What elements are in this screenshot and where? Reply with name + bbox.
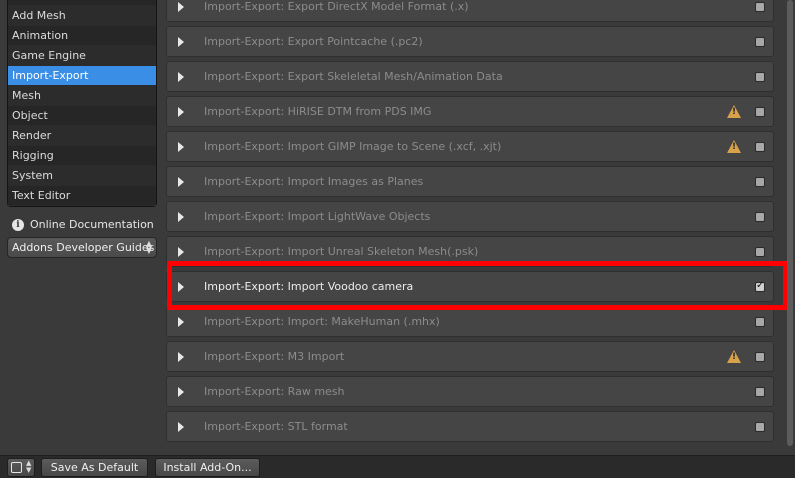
addon-enable-checkbox[interactable] <box>755 2 765 12</box>
addon-label: Import-Export: Import Images as Planes <box>204 175 424 188</box>
warning-icon <box>727 105 741 118</box>
addon-row: Import-Export: HiRISE DTM from PDS IMG <box>166 96 774 127</box>
addon-row: Import-Export: Export Skeleletal Mesh/An… <box>166 61 774 92</box>
addon-label: Import-Export: M3 Import <box>204 350 345 363</box>
addon-row: Import-Export: M3 Import <box>166 341 774 372</box>
category-item-render[interactable]: Render <box>8 126 156 146</box>
expand-triangle-icon[interactable] <box>178 212 184 222</box>
addon-label: Import-Export: Import GIMP Image to Scen… <box>204 140 502 153</box>
save-as-default-button[interactable]: Save As Default <box>41 458 148 477</box>
addon-label: Import-Export: Import LightWave Objects <box>204 210 431 223</box>
category-item-system[interactable]: System <box>8 166 156 186</box>
addon-enable-checkbox[interactable] <box>755 107 765 117</box>
addons-developer-guides-select[interactable]: Addons Developer Guides ▲ ▼ <box>7 237 157 258</box>
category-item-animation[interactable]: Animation <box>8 26 156 46</box>
category-item-import-export[interactable]: Import-Export <box>8 66 156 86</box>
addon-enable-checkbox[interactable] <box>755 177 765 187</box>
addon-row: Import-Export: Import: MakeHuman (.mhx) <box>166 306 774 337</box>
expand-triangle-icon[interactable] <box>178 107 184 117</box>
addon-enable-checkbox[interactable] <box>755 142 765 152</box>
addon-row: Import-Export: Export DirectX Model Form… <box>166 0 774 22</box>
expand-triangle-icon[interactable] <box>178 72 184 82</box>
expand-triangle-icon[interactable] <box>178 142 184 152</box>
guides-select-value: Addons Developer Guides <box>12 241 155 254</box>
addon-row: Import-Export: Raw mesh <box>166 376 774 407</box>
addon-enable-checkbox[interactable] <box>755 37 765 47</box>
addon-label: Import-Export: Import: MakeHuman (.mhx) <box>204 315 440 328</box>
addon-row: Import-Export: STL format <box>166 411 774 442</box>
addon-enable-checkbox[interactable] <box>755 72 765 82</box>
category-item-game-engine[interactable]: Game Engine <box>8 46 156 66</box>
editor-type-selector[interactable]: ▲ ▼ <box>7 458 35 477</box>
addon-row: Import-Export: Import Images as Planes <box>166 166 774 197</box>
up-down-arrows-icon: ▲ ▼ <box>145 239 152 255</box>
addon-label: Import-Export: Export Pointcache (.pc2) <box>204 35 423 48</box>
online-documentation-label: Online Documentation <box>30 218 154 231</box>
expand-triangle-icon[interactable] <box>178 177 184 187</box>
expand-triangle-icon[interactable] <box>178 37 184 47</box>
expand-triangle-icon[interactable] <box>178 247 184 257</box>
warning-icon <box>727 140 741 153</box>
addon-row: Import-Export: Import GIMP Image to Scen… <box>166 131 774 162</box>
expand-triangle-icon[interactable] <box>178 352 184 362</box>
addon-label: Import-Export: Export Skeleletal Mesh/An… <box>204 70 503 83</box>
warning-icon <box>727 350 741 363</box>
category-item-text-editor[interactable]: Text Editor <box>8 186 156 206</box>
expand-triangle-icon[interactable] <box>178 387 184 397</box>
addon-enable-checkbox[interactable] <box>755 352 765 362</box>
expand-triangle-icon[interactable] <box>178 2 184 12</box>
expand-triangle-icon[interactable] <box>178 317 184 327</box>
scrollbar-thumb[interactable] <box>787 0 793 446</box>
addon-label: Import-Export: STL format <box>204 420 348 433</box>
category-item-rigging[interactable]: Rigging <box>8 146 156 166</box>
addon-enable-checkbox[interactable] <box>755 317 765 327</box>
addon-row: Import-Export: Import LightWave Objects <box>166 201 774 232</box>
up-down-arrows-icon: ▲ ▼ <box>26 459 32 474</box>
addon-enable-checkbox[interactable] <box>755 247 765 257</box>
bottom-toolbar: ▲ ▼ Save As Default Install Add-On... <box>0 455 795 478</box>
category-item-add-mesh[interactable]: Add Mesh <box>8 6 156 26</box>
preferences-icon <box>11 462 22 473</box>
addon-row: Import-Export: Export Pointcache (.pc2) <box>166 26 774 57</box>
addon-label: Import-Export: Import Unreal Skeleton Me… <box>204 245 479 258</box>
install-addon-button[interactable]: Install Add-On... <box>155 458 260 477</box>
online-documentation-link[interactable]: i Online Documentation <box>12 218 154 231</box>
expand-triangle-icon[interactable] <box>178 422 184 432</box>
info-icon: i <box>12 218 24 231</box>
addon-label: Import-Export: HiRISE DTM from PDS IMG <box>204 105 432 118</box>
addon-enable-checkbox[interactable] <box>755 387 765 397</box>
highlight-annotation-box <box>167 261 788 310</box>
addon-label: Import-Export: Raw mesh <box>204 385 345 398</box>
category-list: Add Mesh Animation Game Engine Import-Ex… <box>7 0 157 207</box>
category-item-mesh[interactable]: Mesh <box>8 86 156 106</box>
addon-label: Import-Export: Export DirectX Model Form… <box>204 0 469 13</box>
addon-enable-checkbox[interactable] <box>755 422 765 432</box>
addon-enable-checkbox[interactable] <box>755 212 765 222</box>
category-item-object[interactable]: Object <box>8 106 156 126</box>
